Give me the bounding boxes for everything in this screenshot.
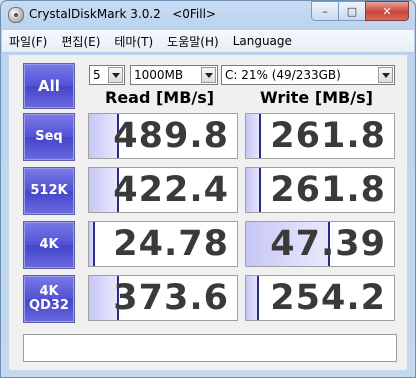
window-title: CrystalDiskMark 3.0.2 <0Fill> xyxy=(29,7,216,21)
4k-qd32-write-cell: 254.2 xyxy=(245,275,395,321)
4k-qd32-read-value: 373.6 xyxy=(113,278,229,318)
seq-write-value: 261.8 xyxy=(270,116,386,156)
all-button[interactable]: All xyxy=(23,63,75,109)
4k-qd32-read-cell: 373.6 xyxy=(88,275,238,321)
512k-write-value: 261.8 xyxy=(270,170,386,210)
status-box xyxy=(23,334,397,362)
chevron-down-icon[interactable] xyxy=(108,67,123,83)
caption-buttons: – □ ✕ xyxy=(311,1,409,21)
close-button[interactable]: ✕ xyxy=(365,1,409,21)
4k-write-cell: 47.39 xyxy=(245,221,395,267)
count-select[interactable]: 5 xyxy=(89,65,125,85)
disk-app-icon xyxy=(8,7,24,23)
chevron-down-icon[interactable] xyxy=(201,67,216,83)
chevron-down-icon[interactable] xyxy=(378,67,393,83)
drive-select[interactable]: C: 21% (49/233GB) xyxy=(221,65,395,85)
menu-file[interactable]: 파일(F) xyxy=(2,33,54,50)
512k-read-value: 422.4 xyxy=(113,170,229,210)
4k-qd32-write-bar xyxy=(246,276,260,320)
main-panel: All 5 1000MB C: 21% (49/233GB) Read [MB/… xyxy=(9,55,407,370)
4k-read-cell: 24.78 xyxy=(88,221,238,267)
app-window: CrystalDiskMark 3.0.2 <0Fill> – □ ✕ 파일(F… xyxy=(0,0,416,378)
minimize-button[interactable]: – xyxy=(311,1,339,21)
menu-language[interactable]: Language xyxy=(226,34,299,48)
512k-write-cell: 261.8 xyxy=(245,167,395,213)
4k-qd32-write-value: 254.2 xyxy=(270,278,386,318)
size-select[interactable]: 1000MB xyxy=(130,65,218,85)
seq-read-cell: 489.8 xyxy=(88,113,238,159)
seq-read-value: 489.8 xyxy=(113,116,229,156)
4k-read-bar xyxy=(89,222,95,266)
write-header: Write [MB/s] xyxy=(260,88,373,107)
4k-read-value: 24.78 xyxy=(113,224,229,264)
menu-edit[interactable]: 편집(E) xyxy=(54,33,107,50)
4k-qd32-button[interactable]: 4K QD32 xyxy=(23,275,75,323)
size-value: 1000MB xyxy=(134,68,184,82)
512k-read-cell: 422.4 xyxy=(88,167,238,213)
512k-write-bar xyxy=(246,168,261,212)
seq-write-bar xyxy=(246,114,261,158)
seq-write-cell: 261.8 xyxy=(245,113,395,159)
menu-theme[interactable]: 테마(T) xyxy=(107,33,160,50)
seq-button[interactable]: Seq xyxy=(23,113,75,161)
drive-value: C: 21% (49/233GB) xyxy=(225,68,341,82)
4k-button[interactable]: 4K xyxy=(23,221,75,269)
4k-write-value: 47.39 xyxy=(270,224,386,264)
maximize-button[interactable]: □ xyxy=(338,1,366,21)
read-header: Read [MB/s] xyxy=(105,88,215,107)
512k-button[interactable]: 512K xyxy=(23,167,75,215)
count-value: 5 xyxy=(93,68,101,82)
menu-bar: 파일(F) 편집(E) 테마(T) 도움말(H) Language xyxy=(2,30,414,53)
menu-help[interactable]: 도움말(H) xyxy=(160,33,226,50)
title-bar[interactable]: CrystalDiskMark 3.0.2 <0Fill> – □ ✕ xyxy=(1,1,415,29)
